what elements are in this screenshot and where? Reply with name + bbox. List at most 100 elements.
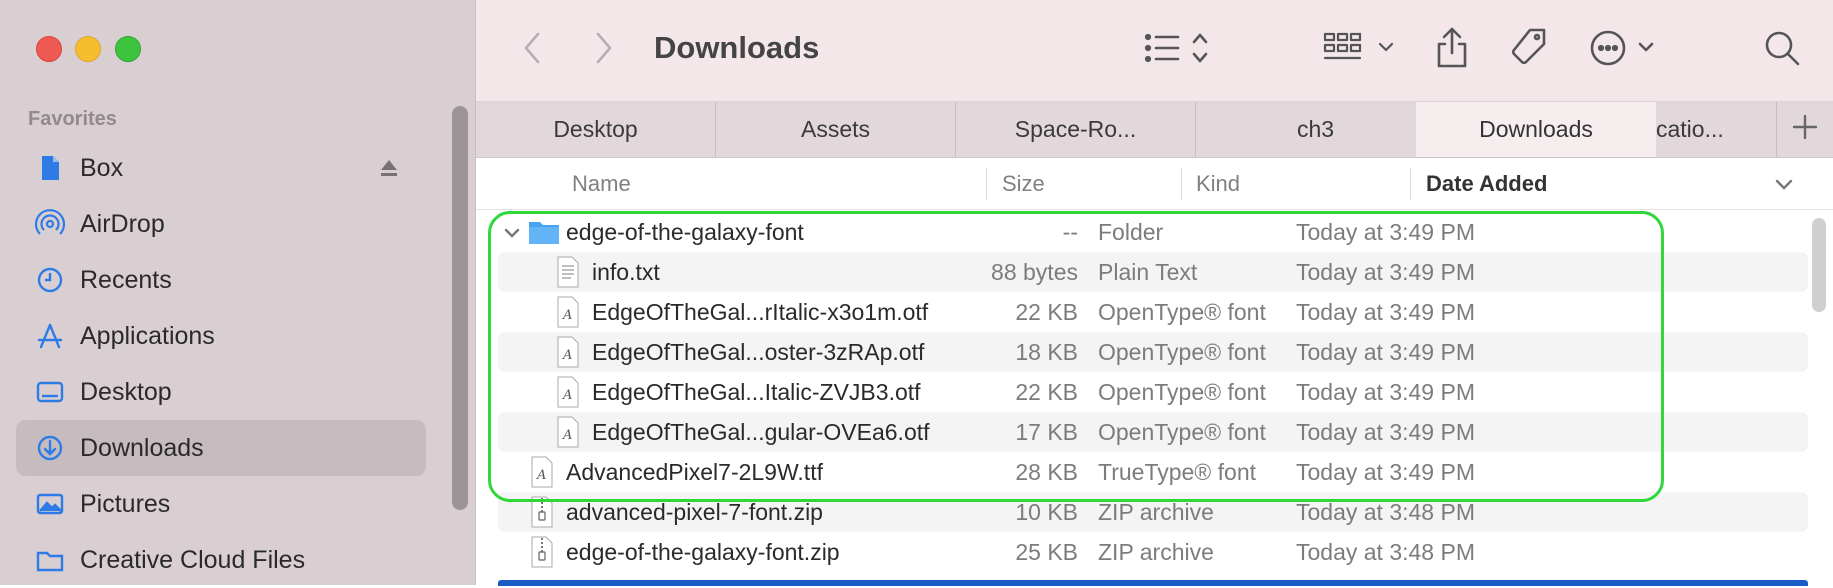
file-name: info.txt xyxy=(592,258,660,285)
svg-text:A: A xyxy=(562,388,572,403)
file-kind: ZIP archive xyxy=(1098,498,1214,525)
table-row[interactable]: A EdgeOfTheGal...oster-3zRAp.otf 18 KB O… xyxy=(498,332,1808,372)
file-date: Today at 3:49 PM xyxy=(1296,258,1475,285)
sidebar-item-label: Box xyxy=(80,153,124,182)
file-kind: OpenType® font xyxy=(1098,338,1266,365)
file-name: EdgeOfTheGal...gular-OVEa6.otf xyxy=(592,418,930,445)
font-file-icon: A xyxy=(556,376,580,408)
search-icon[interactable] xyxy=(1762,26,1802,70)
sidebar: Favorites Box AirDrop Recents Applicatio… xyxy=(0,0,476,585)
table-row[interactable]: A EdgeOfTheGal...rItalic-x3o1m.otf 22 KB… xyxy=(498,292,1808,332)
file-date: Today at 3:49 PM xyxy=(1296,298,1475,325)
font-file-icon: A xyxy=(556,336,580,368)
file-name: EdgeOfTheGal...rItalic-x3o1m.otf xyxy=(592,298,929,325)
sidebar-item-label: Desktop xyxy=(80,377,172,406)
tab-assets[interactable]: Assets xyxy=(716,102,956,157)
share-icon[interactable] xyxy=(1432,26,1472,70)
table-row[interactable]: advanced-pixel-7-font.zip 10 KB ZIP arch… xyxy=(498,492,1808,532)
font-file-icon: A xyxy=(530,456,554,488)
file-kind: OpenType® font xyxy=(1098,298,1266,325)
column-name[interactable]: Name xyxy=(572,158,631,210)
zip-file-icon xyxy=(530,536,554,568)
sidebar-item-desktop[interactable]: Desktop xyxy=(16,364,426,420)
sidebar-item-box[interactable]: Box xyxy=(16,140,426,196)
clock-icon xyxy=(32,262,68,298)
text-file-icon xyxy=(556,256,580,288)
file-list: edge-of-the-galaxy-font -- Folder Today … xyxy=(476,210,1833,585)
forward-icon[interactable] xyxy=(588,26,618,70)
file-size: 22 KB xyxy=(1015,298,1078,325)
table-row[interactable]: A EdgeOfTheGal...gular-OVEa6.otf 17 KB O… xyxy=(498,412,1808,452)
selected-row-edge xyxy=(498,580,1808,586)
table-row[interactable]: A EdgeOfTheGal...Italic-ZVJB3.otf 22 KB … xyxy=(498,372,1808,412)
new-tab-button[interactable] xyxy=(1776,102,1833,157)
disclosure-chevron-icon[interactable] xyxy=(502,222,522,249)
table-row[interactable]: edge-of-the-galaxy-font -- Folder Today … xyxy=(498,212,1808,252)
column-kind[interactable]: Kind xyxy=(1196,158,1240,210)
file-kind: OpenType® font xyxy=(1098,378,1266,405)
tab-desktop[interactable]: Desktop xyxy=(476,102,716,157)
column-header: Name Size Kind Date Added xyxy=(476,158,1833,210)
file-kind: ZIP archive xyxy=(1098,538,1214,565)
file-kind: Folder xyxy=(1098,218,1164,245)
file-kind: TrueType® font xyxy=(1098,458,1257,485)
file-size: 25 KB xyxy=(1015,538,1078,565)
table-row[interactable]: A AdvancedPixel7-2L9W.ttf 28 KB TrueType… xyxy=(498,452,1808,492)
file-name: edge-of-the-galaxy-font xyxy=(566,218,804,245)
tab-ch3[interactable]: ch3 xyxy=(1196,102,1436,157)
sidebar-scrollbar[interactable] xyxy=(452,106,468,510)
sidebar-item-downloads[interactable]: Downloads xyxy=(16,420,426,476)
file-size: 28 KB xyxy=(1015,458,1078,485)
group-icon[interactable] xyxy=(1322,26,1398,70)
zoom-window-button[interactable] xyxy=(115,36,141,62)
svg-text:A: A xyxy=(562,348,572,363)
sidebar-item-recents[interactable]: Recents xyxy=(16,252,426,308)
file-date: Today at 3:49 PM xyxy=(1296,378,1475,405)
file-kind: Plain Text xyxy=(1098,258,1198,285)
tab-downloads[interactable]: Downloads xyxy=(1416,102,1656,157)
file-kind: OpenType® font xyxy=(1098,418,1266,445)
file-size: 22 KB xyxy=(1015,378,1078,405)
file-size: 88 bytes xyxy=(991,258,1078,285)
minimize-window-button[interactable] xyxy=(75,36,101,62)
file-name: AdvancedPixel7-2L9W.ttf xyxy=(566,458,823,485)
sidebar-item-label: Applications xyxy=(80,321,215,350)
folder-icon xyxy=(528,218,560,252)
column-size[interactable]: Size xyxy=(1002,158,1045,210)
list-view-icon[interactable] xyxy=(1142,26,1212,70)
file-date: Today at 3:49 PM xyxy=(1296,218,1475,245)
table-row[interactable]: info.txt 88 bytes Plain Text Today at 3:… xyxy=(498,252,1808,292)
document-icon xyxy=(32,150,68,186)
pictures-icon xyxy=(32,486,68,522)
close-window-button[interactable] xyxy=(36,36,62,62)
tab-space-ro[interactable]: Space-Ro... xyxy=(956,102,1196,157)
font-file-icon: A xyxy=(556,416,580,448)
toolbar: Downloads xyxy=(476,0,1833,102)
file-name: edge-of-the-galaxy-font.zip xyxy=(566,538,840,565)
file-size: 18 KB xyxy=(1015,338,1078,365)
favorites-section-label: Favorites xyxy=(28,108,117,130)
back-icon[interactable] xyxy=(518,26,548,70)
download-icon xyxy=(32,430,68,466)
file-name: advanced-pixel-7-font.zip xyxy=(566,498,823,525)
file-size: -- xyxy=(1062,218,1078,245)
tab-locations[interactable]: catio... xyxy=(1656,102,1786,157)
column-date-added[interactable]: Date Added xyxy=(1426,158,1547,210)
table-row[interactable]: edge-of-the-galaxy-font.zip 25 KB ZIP ar… xyxy=(498,532,1808,572)
svg-text:A: A xyxy=(562,308,572,323)
tag-icon[interactable] xyxy=(1506,26,1550,70)
airdrop-icon xyxy=(32,206,68,242)
svg-text:A: A xyxy=(536,468,546,483)
svg-text:A: A xyxy=(562,428,572,443)
more-actions-icon[interactable] xyxy=(1588,26,1664,70)
sidebar-item-airdrop[interactable]: AirDrop xyxy=(16,196,426,252)
sidebar-item-pictures[interactable]: Pictures xyxy=(16,476,426,532)
file-list-scrollbar[interactable] xyxy=(1812,218,1826,312)
file-size: 17 KB xyxy=(1015,418,1078,445)
eject-icon[interactable] xyxy=(378,157,400,179)
window-title: Downloads xyxy=(654,30,820,65)
sidebar-item-applications[interactable]: Applications xyxy=(16,308,426,364)
desktop-icon xyxy=(32,374,68,410)
chevron-down-icon[interactable] xyxy=(1772,172,1796,201)
sidebar-item-creative-cloud-files[interactable]: Creative Cloud Files xyxy=(16,532,426,588)
